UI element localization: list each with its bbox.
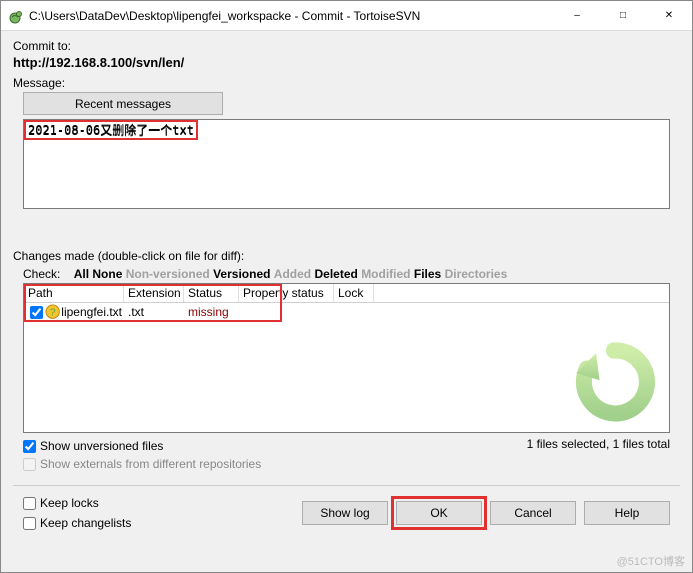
bottom-area: Keep locks Keep changelists Show log OK … [13,485,680,542]
cancel-label: Cancel [514,506,551,520]
file-row[interactable]: ? lipengfei.txt .txt missing [24,303,669,321]
check-none[interactable]: None [92,267,122,281]
file-list-panel[interactable]: Path Extension Status Property status Lo… [23,283,670,433]
ok-button[interactable]: OK [396,501,482,525]
col-extension[interactable]: Extension [124,284,184,302]
bottom-row: Keep locks Keep changelists Show log OK … [23,494,670,532]
minimize-button[interactable]: – [554,1,600,30]
col-lock[interactable]: Lock [334,284,374,302]
check-modified[interactable]: Modified [361,267,410,281]
column-headers: Path Extension Status Property status Lo… [24,284,669,303]
check-directories[interactable]: Directories [445,267,508,281]
help-label: Help [615,506,640,520]
file-path-cell: ? lipengfei.txt [26,304,126,320]
show-unversioned-checkbox[interactable] [23,440,36,453]
commit-message-input[interactable]: 2021-08-06又删除了一个txt 2021-08-06又删除了一个txt [23,119,670,209]
titlebar[interactable]: C:\Users\DataDev\Desktop\lipengfei_works… [1,1,692,31]
col-property-status[interactable]: Property status [239,284,334,302]
selection-status: 1 files selected, 1 files total [527,437,670,473]
show-unversioned-label: Show unversioned files [40,439,163,453]
cancel-button[interactable]: Cancel [490,501,576,525]
watermark: @51CTO博客 [617,553,685,569]
col-path[interactable]: Path [24,284,124,302]
file-ext: .txt [126,305,186,319]
check-deleted[interactable]: Deleted [314,267,357,281]
show-unversioned-row: Show unversioned files [23,437,261,455]
check-filter-row: Check: All None Non-versioned Versioned … [23,267,670,281]
below-panel: Show unversioned files Show externals fr… [23,437,670,473]
content-area: Commit to: http://192.168.8.100/svn/len/… [1,31,692,572]
keep-options: Keep locks Keep changelists [23,494,131,532]
tortoisesvn-icon [7,8,23,24]
commit-dialog: C:\Users\DataDev\Desktop\lipengfei_works… [0,0,693,573]
show-log-label: Show log [320,506,369,520]
check-nonversioned[interactable]: Non-versioned [126,267,210,281]
show-log-button[interactable]: Show log [302,501,388,525]
message-label: Message: [13,76,680,90]
ok-label: OK [430,506,447,520]
commit-url: http://192.168.8.100/svn/len/ [13,55,680,70]
changes-label: Changes made (double-click on file for d… [13,249,680,263]
window-title: C:\Users\DataDev\Desktop\lipengfei_works… [29,9,554,23]
svg-text:?: ? [50,306,56,318]
file-checkbox[interactable] [30,306,43,319]
show-externals-checkbox [23,458,36,471]
commit-message-text: 2021-08-06又删除了一个txt [28,124,194,138]
close-button[interactable]: ✕ [646,1,692,30]
keep-changelists-label: Keep changelists [40,516,131,530]
check-files[interactable]: Files [414,267,441,281]
window-controls: – □ ✕ [554,1,692,30]
refresh-arrow-icon [569,337,659,427]
show-externals-label: Show externals from different repositori… [40,457,261,471]
file-status-icon: ? [45,304,60,320]
check-all[interactable]: All [74,267,89,281]
left-options: Show unversioned files Show externals fr… [23,437,261,473]
check-added[interactable]: Added [274,267,311,281]
keep-locks-checkbox[interactable] [23,497,36,510]
file-name: lipengfei.txt [61,305,122,319]
commit-to-label: Commit to: [13,39,680,53]
keep-changelists-row: Keep changelists [23,514,131,532]
keep-changelists-checkbox[interactable] [23,517,36,530]
keep-locks-row: Keep locks [23,494,131,512]
help-button[interactable]: Help [584,501,670,525]
check-label: Check: [23,267,60,281]
col-status[interactable]: Status [184,284,239,302]
file-status: missing [186,305,241,319]
dialog-buttons: Show log OK Cancel Help [302,501,670,525]
check-versioned[interactable]: Versioned [213,267,270,281]
recent-messages-label: Recent messages [75,97,171,111]
maximize-button[interactable]: □ [600,1,646,30]
keep-locks-label: Keep locks [40,496,99,510]
show-externals-row: Show externals from different repositori… [23,455,261,473]
recent-messages-button[interactable]: Recent messages [23,92,223,115]
